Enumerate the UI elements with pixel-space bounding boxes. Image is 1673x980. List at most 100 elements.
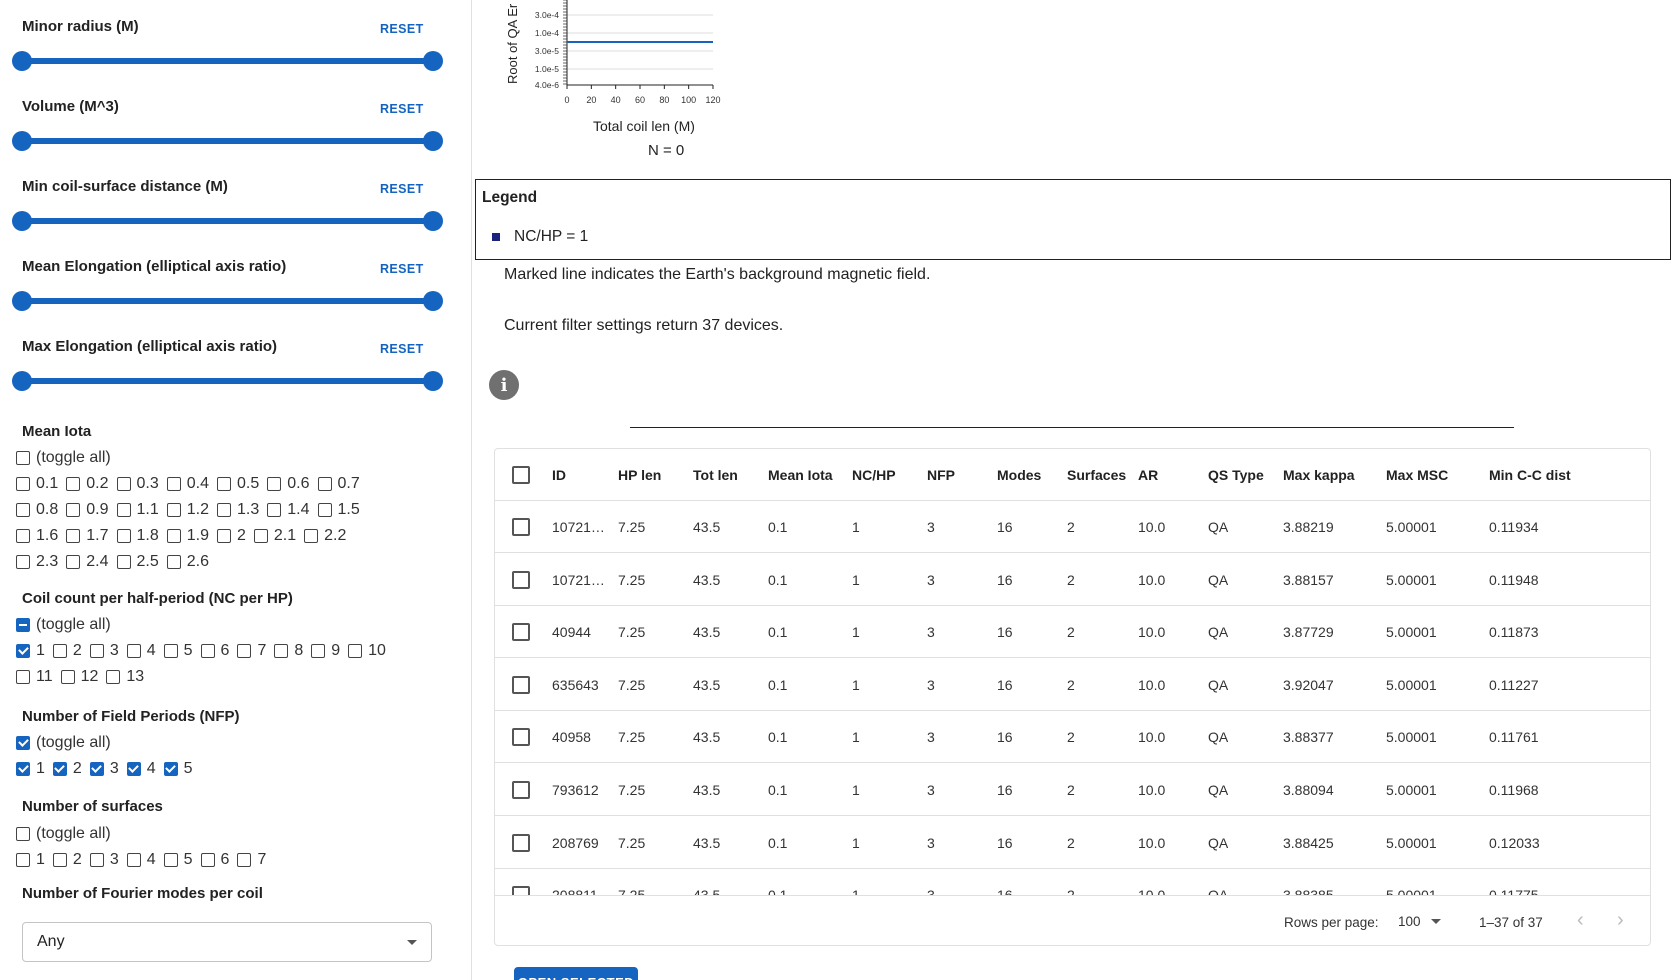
- slider-min-thumb[interactable]: [12, 371, 32, 391]
- checkbox[interactable]: [16, 827, 30, 841]
- checkbox[interactable]: [304, 529, 319, 543]
- checkbox[interactable]: [66, 503, 81, 517]
- checkbox[interactable]: [237, 644, 252, 658]
- checkbox[interactable]: [253, 529, 268, 543]
- coil_count-option[interactable]: 8: [274, 642, 303, 660]
- checkbox[interactable]: [16, 618, 30, 632]
- coil_count-option[interactable]: 9: [311, 642, 340, 660]
- checkbox[interactable]: [116, 477, 131, 491]
- mean_iota-option[interactable]: 1.8: [116, 527, 159, 545]
- slider-min-thumb[interactable]: [12, 131, 32, 151]
- slider-min-thumb[interactable]: [12, 51, 32, 71]
- column-header[interactable]: NFP: [927, 449, 955, 501]
- select-all-checkbox[interactable]: [512, 466, 530, 484]
- checkbox[interactable]: [166, 555, 181, 569]
- column-header[interactable]: Max kappa: [1283, 449, 1355, 501]
- checkbox[interactable]: [16, 670, 30, 684]
- column-header[interactable]: Modes: [997, 449, 1041, 501]
- nfp-toggle-all[interactable]: (toggle all): [16, 734, 111, 752]
- nfp-option[interactable]: 3: [89, 760, 119, 778]
- table-row[interactable]: 635643 7.25 43.5 0.1 1 3 16 2 10.0 QA 3.92047 5.000…: [495, 659, 1650, 711]
- column-header[interactable]: ID: [552, 449, 566, 501]
- slider-max-thumb[interactable]: [423, 131, 443, 151]
- checkbox[interactable]: [237, 853, 252, 867]
- column-header[interactable]: NC/HP: [852, 449, 896, 501]
- mean_iota-option[interactable]: 1.3: [217, 501, 259, 519]
- chevron-right-icon[interactable]: ›: [1617, 909, 1624, 932]
- mean_iota-option[interactable]: 0.7: [317, 475, 360, 493]
- checkbox[interactable]: [317, 477, 332, 491]
- table-body[interactable]: ID HP len Tot len Mean Iota NC/HP NFP Modes Sur…: [495, 449, 1650, 895]
- checkbox[interactable]: [52, 644, 67, 658]
- checkbox[interactable]: [16, 853, 30, 867]
- reset-button[interactable]: RESET: [380, 342, 424, 356]
- mean_iota-option[interactable]: 0.5: [217, 475, 259, 493]
- slider-min-thumb[interactable]: [12, 211, 32, 231]
- table-row[interactable]: 40944 7.25 43.5 0.1 1 3 16 2 10.0 QA 3.87729 5.0000…: [495, 606, 1650, 659]
- table-row[interactable]: 208769 7.25 43.5 0.1 1 3 16 2 10.0 QA 3.88425 5.000…: [495, 817, 1650, 869]
- row-checkbox[interactable]: [512, 728, 530, 747]
- checkbox[interactable]: [163, 762, 178, 776]
- mean_iota-option[interactable]: 0.9: [66, 501, 109, 519]
- checkbox[interactable]: [60, 670, 75, 684]
- mean_iota-option[interactable]: 1.1: [116, 501, 159, 519]
- mean_iota-option[interactable]: 1.2: [166, 501, 209, 519]
- nfp-option[interactable]: 1: [16, 760, 45, 778]
- mean_iota-option[interactable]: 0.3: [116, 475, 159, 493]
- checkbox[interactable]: [16, 736, 30, 750]
- mean_iota-option[interactable]: 1.9: [166, 527, 209, 545]
- checkbox[interactable]: [16, 555, 30, 569]
- slider-max-thumb[interactable]: [423, 371, 443, 391]
- checkbox[interactable]: [66, 555, 81, 569]
- mean_iota-option[interactable]: 1.5: [317, 501, 360, 519]
- surfaces-option[interactable]: 2: [52, 851, 82, 869]
- table-row[interactable]: 40958 7.25 43.5 0.1 1 3 16 2 10.0 QA 3.88377 5.0000…: [495, 711, 1650, 764]
- reset-button[interactable]: RESET: [380, 262, 424, 276]
- row-checkbox[interactable]: [512, 518, 530, 536]
- checkbox[interactable]: [217, 477, 231, 491]
- checkbox[interactable]: [166, 529, 181, 543]
- mean_iota-option[interactable]: 1.6: [16, 527, 58, 545]
- column-header[interactable]: QS Type: [1208, 449, 1264, 501]
- reset-button[interactable]: RESET: [380, 182, 424, 196]
- checkbox[interactable]: [163, 644, 178, 658]
- checkbox[interactable]: [317, 503, 332, 517]
- checkbox[interactable]: [126, 762, 141, 776]
- reset-button[interactable]: RESET: [380, 102, 424, 116]
- surfaces-toggle-all[interactable]: (toggle all): [16, 825, 111, 843]
- info-icon[interactable]: i: [489, 370, 519, 400]
- mean_iota-option[interactable]: 2.1: [253, 527, 296, 545]
- mean_iota-option[interactable]: 0.2: [66, 475, 109, 493]
- checkbox[interactable]: [89, 853, 104, 867]
- checkbox[interactable]: [116, 529, 131, 543]
- checkbox[interactable]: [267, 477, 282, 491]
- mean_iota-option[interactable]: 1.7: [66, 527, 109, 545]
- coil_count-option[interactable]: 11: [16, 668, 53, 686]
- row-checkbox[interactable]: [512, 623, 530, 642]
- surfaces-option[interactable]: 6: [200, 851, 229, 869]
- coil_count-option[interactable]: 13: [106, 668, 144, 686]
- column-header[interactable]: Max MSC: [1386, 449, 1448, 501]
- checkbox[interactable]: [166, 503, 181, 517]
- column-header[interactable]: Mean Iota: [768, 449, 833, 501]
- row-checkbox[interactable]: [512, 886, 530, 895]
- slider-max-thumb[interactable]: [423, 291, 443, 311]
- checkbox[interactable]: [106, 670, 121, 684]
- checkbox[interactable]: [200, 853, 215, 867]
- column-header[interactable]: AR: [1138, 449, 1158, 501]
- surfaces-option[interactable]: 4: [126, 851, 156, 869]
- mean_iota-option[interactable]: 0.1: [16, 475, 58, 493]
- mean_iota-option[interactable]: 0.8: [16, 501, 58, 519]
- coil_count-option[interactable]: 7: [237, 642, 266, 660]
- mean_iota-option[interactable]: 2.3: [16, 553, 58, 571]
- mean_iota-option[interactable]: 2.5: [116, 553, 159, 571]
- fourier-modes-select[interactable]: Any: [22, 922, 432, 962]
- nfp-option[interactable]: 2: [52, 760, 82, 778]
- checkbox[interactable]: [16, 762, 30, 776]
- checkbox[interactable]: [217, 529, 231, 543]
- checkbox[interactable]: [16, 529, 30, 543]
- chevron-left-icon[interactable]: ‹: [1577, 909, 1584, 932]
- mean_iota-option[interactable]: 2: [217, 527, 246, 545]
- coil_count-option[interactable]: 1: [16, 642, 45, 660]
- checkbox[interactable]: [163, 853, 178, 867]
